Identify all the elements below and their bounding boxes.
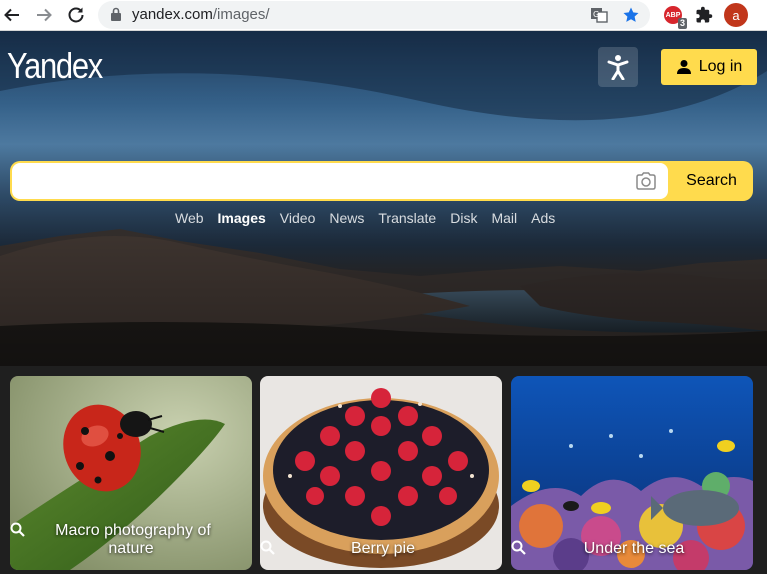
service-link-translate[interactable]: Translate (378, 210, 436, 226)
service-link-news[interactable]: News (329, 210, 364, 226)
tile-caption-text: Macro photography of nature (55, 522, 211, 557)
bookmark-star-icon[interactable] (621, 5, 641, 25)
search-button-label: Search (686, 172, 737, 189)
adblock-badge: 3 (677, 18, 687, 29)
login-button[interactable]: Log in (661, 49, 757, 85)
reload-icon[interactable] (64, 3, 88, 27)
back-arrow-icon[interactable] (0, 3, 24, 27)
tile-caption: Macro photography of nature (10, 522, 252, 558)
service-link-video[interactable]: Video (280, 210, 316, 226)
translate-icon[interactable]: G (589, 5, 609, 25)
tile-caption-text: Under the sea (583, 540, 685, 557)
service-link-web[interactable]: Web (175, 210, 204, 226)
camera-icon[interactable] (634, 169, 658, 193)
lock-icon (110, 7, 122, 27)
profile-avatar[interactable]: a (724, 3, 748, 27)
search-button[interactable]: Search (670, 161, 753, 201)
tile-under-the-sea[interactable]: Under the sea (511, 376, 753, 570)
service-link-ads[interactable]: Ads (531, 210, 555, 226)
login-label: Log in (698, 58, 743, 75)
tile-macro-photography[interactable]: Macro photography of nature (10, 376, 252, 570)
forward-arrow-icon[interactable] (32, 3, 56, 27)
tile-berry-pie[interactable]: Berry pie (260, 376, 502, 570)
address-bar[interactable]: yandex.com/images/ G (98, 1, 650, 29)
accessibility-person-icon (607, 55, 629, 80)
hero-banner: Yandex Log in Search Web Images Video Ne… (0, 31, 767, 366)
tile-caption-text: Berry pie (350, 540, 416, 557)
adblock-icon[interactable]: ABP 3 (661, 3, 687, 29)
search-input[interactable] (12, 163, 668, 199)
search-bar: Search (10, 161, 753, 201)
tile-caption: Under the sea (511, 540, 753, 558)
yandex-logo[interactable]: Yandex (7, 45, 103, 87)
services-nav: Web Images Video News Translate Disk Mai… (175, 210, 555, 226)
browser-toolbar: yandex.com/images/ G ABP 3 a (0, 0, 767, 31)
service-link-disk[interactable]: Disk (450, 210, 477, 226)
profile-initial: a (732, 7, 740, 23)
user-icon (676, 60, 691, 74)
tile-caption: Berry pie (260, 540, 502, 558)
url-text: yandex.com/images/ (132, 6, 270, 23)
accessibility-button[interactable] (598, 47, 638, 87)
extensions-puzzle-icon[interactable] (692, 3, 716, 27)
service-link-mail[interactable]: Mail (491, 210, 517, 226)
service-link-images[interactable]: Images (218, 210, 266, 226)
svg-text:G: G (593, 10, 599, 19)
